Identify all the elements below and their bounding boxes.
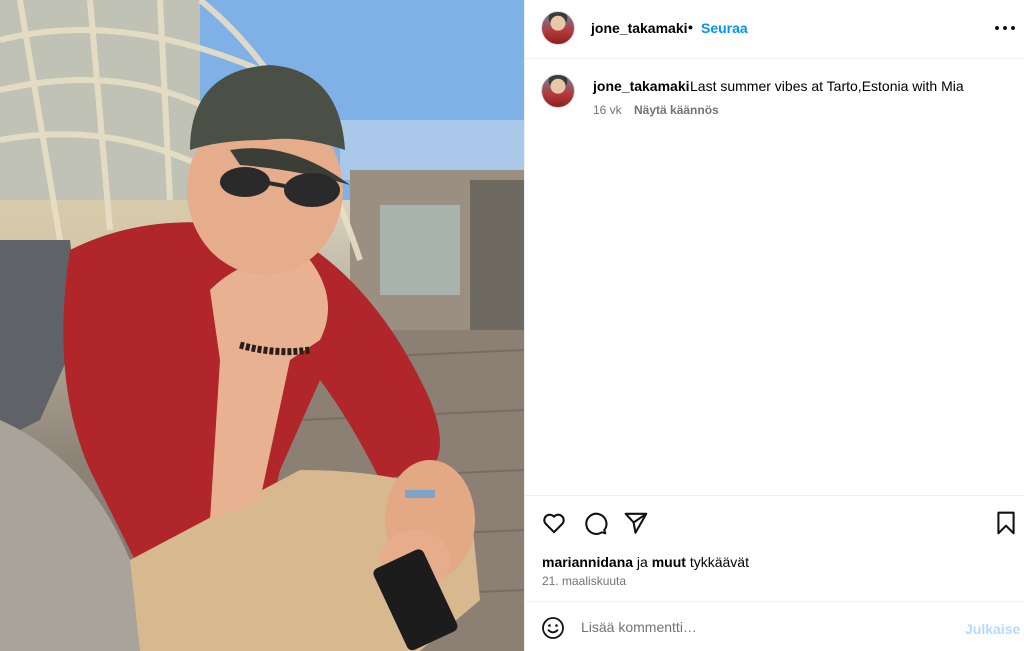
heart-icon[interactable] [541, 510, 567, 536]
likes-suffix: tykkäävät [685, 554, 749, 570]
post-header: jone_takamaki • Seuraa [525, 0, 1024, 59]
caption-avatar[interactable] [541, 74, 575, 108]
post-date[interactable]: 21. maaliskuuta [542, 574, 626, 588]
caption-username[interactable]: jone_takamaki [593, 78, 690, 94]
others-link[interactable]: muut [652, 554, 686, 570]
more-options-icon[interactable] [993, 18, 1017, 38]
bookmark-icon[interactable] [993, 510, 1019, 536]
photo-illustration [0, 0, 524, 651]
post-comment-button[interactable]: Julkaise [965, 621, 1020, 637]
like-count-text: mariannidana ja muut tykkäävät [542, 554, 749, 570]
comment-icon[interactable] [582, 510, 608, 536]
paper-plane-icon[interactable] [623, 510, 649, 536]
comment-bar: Julkaise [525, 601, 1024, 651]
action-bar: mariannidana ja muut tykkäävät 21. maali… [525, 495, 1024, 601]
post-photo[interactable] [0, 0, 524, 651]
comment-input[interactable] [581, 615, 941, 639]
likes-connector: ja [633, 554, 652, 570]
author-avatar[interactable] [541, 11, 575, 45]
separator-dot: • [688, 19, 693, 35]
caption-text: Last summer vibes at Tarto,Estonia with … [690, 78, 964, 94]
translate-button[interactable]: Näytä käännös [634, 103, 719, 117]
author-username[interactable]: jone_takamaki [591, 20, 688, 36]
caption-timestamp[interactable]: 16 vk [593, 103, 622, 117]
post-details-panel: jone_takamaki • Seuraa jone_takamaki Las… [524, 0, 1024, 651]
liker-username[interactable]: mariannidana [542, 554, 633, 570]
follow-button[interactable]: Seuraa [701, 20, 748, 36]
emoji-icon[interactable] [541, 616, 565, 640]
